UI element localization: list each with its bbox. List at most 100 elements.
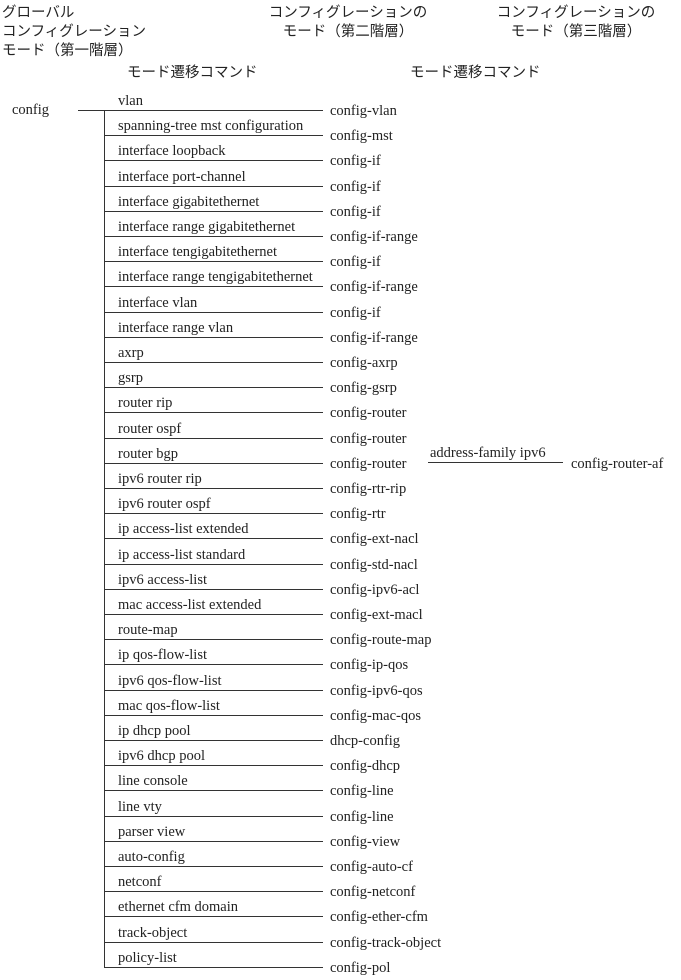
header-level1-line1: グローバル bbox=[2, 5, 75, 21]
mode-label: config-netconf bbox=[330, 884, 416, 900]
mode-label: config-view bbox=[330, 834, 401, 850]
command-connector-line bbox=[104, 664, 323, 665]
command-connector-line bbox=[104, 488, 323, 489]
command-label: ip access-list extended bbox=[118, 521, 249, 537]
command-label: router rip bbox=[118, 395, 173, 411]
mode-label: config-if bbox=[330, 204, 381, 220]
header-level2-line1: コンフィグレーションの bbox=[268, 5, 428, 21]
mode-label: config-track-object bbox=[330, 935, 442, 951]
command-label: interface loopback bbox=[118, 143, 226, 159]
command-connector-line bbox=[104, 538, 323, 539]
mode-label: config-router bbox=[330, 431, 407, 447]
command-connector-line bbox=[104, 816, 323, 817]
command-label: ipv6 router ospf bbox=[118, 496, 211, 512]
mode-label: config-pol bbox=[330, 960, 391, 976]
mode-label: config-vlan bbox=[330, 103, 397, 119]
command-label: spanning-tree mst configuration bbox=[118, 118, 304, 134]
mode-label: config-if-range bbox=[330, 229, 418, 245]
mode-label: config-ext-nacl bbox=[330, 531, 419, 547]
mode-label: config-router bbox=[330, 456, 407, 472]
command-label: policy-list bbox=[118, 950, 177, 966]
command-connector-line bbox=[104, 110, 323, 111]
mode-label: config-ip-qos bbox=[330, 657, 409, 673]
command-label: interface port-channel bbox=[118, 169, 246, 185]
command-connector-line bbox=[104, 916, 323, 917]
header-level1: グローバル コンフィグレーション モード（第一階層） bbox=[2, 4, 146, 61]
mode-label: config-mst bbox=[330, 128, 393, 144]
command-connector-line bbox=[104, 362, 323, 363]
mode-label: config-rtr-rip bbox=[330, 481, 407, 497]
command-connector-line bbox=[104, 286, 323, 287]
command-label: mac access-list extended bbox=[118, 597, 262, 613]
root-connector-line bbox=[78, 110, 104, 111]
mode-label: config-line bbox=[330, 809, 394, 825]
command-connector-line bbox=[104, 614, 323, 615]
command-label: vlan bbox=[118, 93, 143, 109]
command-label: interface vlan bbox=[118, 295, 198, 311]
command-label: router ospf bbox=[118, 421, 182, 437]
mode-label: config-axrp bbox=[330, 355, 398, 371]
command-label: ethernet cfm domain bbox=[118, 899, 238, 915]
header-level1-line2: コンフィグレーション bbox=[2, 24, 146, 40]
mode-label: config-dhcp bbox=[330, 758, 401, 774]
mode-label: config-ext-macl bbox=[330, 607, 423, 623]
command-connector-line bbox=[104, 967, 323, 968]
command-connector-line bbox=[104, 135, 323, 136]
command-connector-line bbox=[104, 513, 323, 514]
command-connector-line bbox=[104, 463, 323, 464]
command-label: parser view bbox=[118, 824, 186, 840]
root-mode-label: config bbox=[12, 102, 50, 118]
header-level2: コンフィグレーションの モード（第二階層） bbox=[268, 4, 428, 42]
command-connector-line bbox=[104, 261, 323, 262]
header-level2-line2: モード（第二階層） bbox=[282, 24, 414, 40]
mode-label: config-rtr bbox=[330, 506, 386, 522]
command-connector-line bbox=[104, 866, 323, 867]
mode-label: config-ether-cfm bbox=[330, 909, 428, 925]
command-label: netconf bbox=[118, 874, 162, 890]
mode-label: config-ipv6-acl bbox=[330, 582, 420, 598]
mode-label: config-mac-qos bbox=[330, 708, 421, 724]
command-connector-line bbox=[104, 841, 323, 842]
command-label: ipv6 access-list bbox=[118, 572, 207, 588]
command-label: mac qos-flow-list bbox=[118, 698, 220, 714]
command-connector-line bbox=[104, 211, 323, 212]
mode-label: config-auto-cf bbox=[330, 859, 413, 875]
mode-label: config-gsrp bbox=[330, 380, 397, 396]
command-label: interface range tengigabitethernet bbox=[118, 269, 313, 285]
command-connector-line bbox=[104, 337, 323, 338]
command-label: ip qos-flow-list bbox=[118, 647, 208, 663]
command-label: interface range vlan bbox=[118, 320, 234, 336]
mode-label: config-if bbox=[330, 179, 381, 195]
command-connector-line bbox=[104, 891, 323, 892]
command-label: axrp bbox=[118, 345, 144, 361]
mode-label: config-ipv6-qos bbox=[330, 683, 423, 699]
mode-label: config-line bbox=[330, 783, 394, 799]
third-level-line bbox=[428, 462, 563, 463]
command-connector-line bbox=[104, 236, 323, 237]
third-level-mode: config-router-af bbox=[571, 456, 664, 472]
mode-label: dhcp-config bbox=[330, 733, 401, 749]
command-connector-line bbox=[104, 412, 323, 413]
command-connector-line bbox=[104, 564, 323, 565]
command-connector-line bbox=[104, 160, 323, 161]
command-label: line console bbox=[118, 773, 188, 789]
trunk-line bbox=[104, 110, 105, 968]
command-connector-line bbox=[104, 312, 323, 313]
command-label: interface tengigabitethernet bbox=[118, 244, 278, 260]
header-level1-line3: モード（第一階層） bbox=[2, 43, 133, 59]
command-connector-line bbox=[104, 690, 323, 691]
command-connector-line bbox=[104, 186, 323, 187]
command-label: interface gigabitethernet bbox=[118, 194, 260, 210]
command-label: gsrp bbox=[118, 370, 143, 386]
mode-label: config-if bbox=[330, 254, 381, 270]
command-label: route-map bbox=[118, 622, 178, 638]
command-label: track-object bbox=[118, 925, 188, 941]
command-connector-line bbox=[104, 942, 323, 943]
command-connector-line bbox=[104, 438, 323, 439]
command-label: ip access-list standard bbox=[118, 547, 246, 563]
command-label: interface range gigabitethernet bbox=[118, 219, 296, 235]
command-label: ipv6 dhcp pool bbox=[118, 748, 205, 764]
mode-label: config-if-range bbox=[330, 330, 418, 346]
command-connector-line bbox=[104, 790, 323, 791]
mode-label: config-if-range bbox=[330, 279, 418, 295]
